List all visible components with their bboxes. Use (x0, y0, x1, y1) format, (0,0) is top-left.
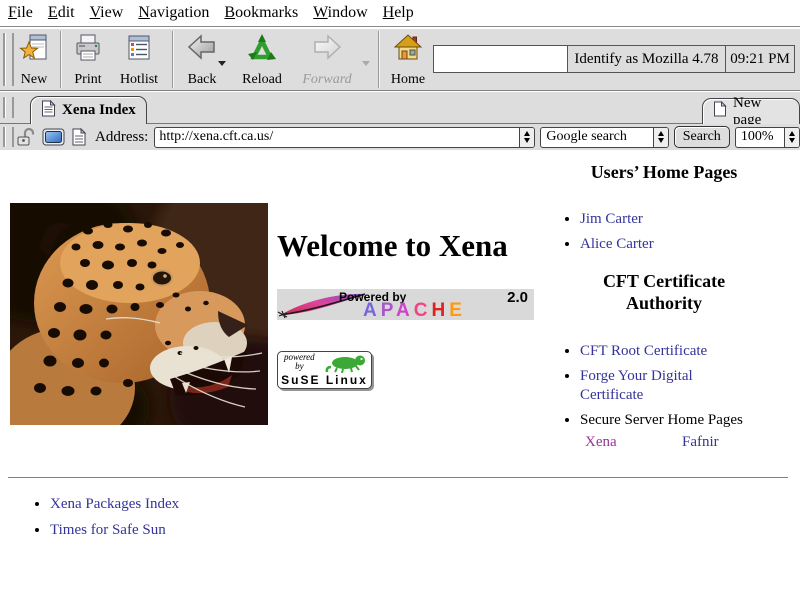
link-times-for-safe-sun[interactable]: Times for Safe Sun (50, 522, 166, 538)
suse-badge[interactable]: poweredby SuSE Linux (277, 351, 372, 389)
link-alice-carter[interactable]: Alice Carter (580, 236, 654, 252)
forward-button[interactable]: Forward (298, 33, 356, 87)
menu-window[interactable]: Window (313, 4, 367, 22)
link-forge-certificate[interactable]: Forge Your Digital Certificate (580, 368, 693, 403)
home-button[interactable]: Home (386, 33, 430, 87)
list-item: Alice Carter (580, 235, 654, 254)
browser-window: File Edit View Navigation Bookmarks Wind… (0, 0, 800, 600)
menu-help[interactable]: Help (383, 4, 414, 22)
new-button-label: New (21, 72, 47, 87)
back-arrow-icon (186, 33, 218, 68)
tab-bar: Xena Index New page (0, 92, 800, 124)
user-links-list: Jim Carter Alice Carter (540, 210, 654, 260)
horizontal-rule (8, 477, 788, 479)
secure-server-label: Secure Server Home Pages (580, 412, 743, 428)
hotlist-icon (124, 33, 154, 68)
cft-ca-heading: CFT Certificate Authority (540, 270, 788, 314)
apache-version: 2.0 (507, 289, 528, 306)
zoom-value: 100% (736, 129, 784, 145)
forward-history-dropdown[interactable] (362, 61, 370, 66)
back-history-dropdown[interactable] (218, 61, 226, 66)
zoom-select[interactable]: 100% (735, 127, 800, 148)
user-agent-selector[interactable]: Identify as Mozilla 4.78 (567, 45, 726, 73)
tab-label: Xena Index (62, 102, 136, 119)
page-title: Welcome to Xena (277, 228, 508, 264)
menu-bar: File Edit View Navigation Bookmarks Wind… (0, 0, 800, 27)
back-button-label: Back (188, 72, 217, 87)
monitor-icon[interactable] (42, 128, 65, 146)
tab-xena-index[interactable]: Xena Index (30, 96, 147, 124)
bottom-links-list: Xena Packages Index Times for Safe Sun (28, 495, 179, 547)
address-bar: Address: Google search Search 100% (0, 124, 800, 152)
reload-recycle-icon (247, 33, 277, 68)
menu-view[interactable]: View (90, 4, 124, 22)
new-page-icon (19, 33, 49, 68)
reload-button-label: Reload (242, 72, 282, 87)
address-label: Address: (95, 129, 148, 146)
link-cft-root-certificate[interactable]: CFT Root Certificate (580, 343, 707, 359)
print-button[interactable]: Print (66, 33, 110, 87)
home-button-label: Home (391, 72, 425, 87)
search-engine-select[interactable]: Google search (540, 127, 668, 148)
list-item: Forge Your Digital Certificate (580, 367, 730, 405)
status-box (433, 45, 568, 73)
security-open-padlock-icon[interactable] (16, 127, 36, 147)
document-icon (41, 100, 56, 122)
apache-badge[interactable]: Powered by APACHE 2.0 (277, 289, 534, 320)
list-item: CFT Root Certificate (580, 342, 743, 361)
tab-new-page[interactable]: New page (702, 98, 800, 124)
forward-arrow-icon (311, 33, 343, 68)
print-icon (73, 33, 103, 68)
list-item: Jim Carter (580, 210, 654, 229)
page-icon[interactable] (71, 128, 87, 146)
jaguar-photo (10, 203, 268, 425)
list-item: Times for Safe Sun (50, 521, 179, 540)
print-button-label: Print (74, 72, 101, 87)
back-button[interactable]: Back (180, 33, 224, 87)
address-field-wrap (154, 127, 535, 148)
toolbar-separator (378, 31, 380, 88)
zoom-stepper[interactable] (784, 128, 799, 147)
reload-button[interactable]: Reload (236, 33, 288, 87)
list-item: Secure Server Home Pages (580, 411, 743, 430)
page-content: Welcome to Xena Powered by APACHE 2.0 po… (0, 150, 800, 600)
clock: 09:21 PM (725, 45, 795, 73)
users-home-pages-heading: Users’ Home Pages (540, 162, 788, 183)
hotlist-button[interactable]: Hotlist (110, 33, 168, 87)
link-fafnir[interactable]: Fafnir (682, 434, 719, 451)
right-column: Users’ Home Pages Jim Carter Alice Carte… (540, 158, 788, 478)
address-history-stepper[interactable] (519, 128, 534, 147)
hotlist-button-label: Hotlist (120, 72, 158, 87)
secure-server-links: Xena Fafnir (540, 434, 788, 454)
list-item: Xena Packages Index (50, 495, 179, 514)
toolbar-separator (172, 31, 174, 88)
link-xena-packages-index[interactable]: Xena Packages Index (50, 496, 179, 512)
new-button[interactable]: New (12, 33, 56, 87)
forward-button-label: Forward (302, 72, 351, 87)
suse-wordmark: SuSE Linux (278, 373, 371, 387)
toolbar: New Print Hotlist Back (0, 28, 800, 91)
link-jim-carter[interactable]: Jim Carter (580, 211, 643, 227)
menu-edit[interactable]: Edit (48, 4, 75, 22)
home-icon (393, 33, 423, 68)
toolbar-separator (60, 31, 62, 88)
link-xena[interactable]: Xena (585, 434, 617, 451)
search-engine-stepper[interactable] (653, 128, 668, 147)
suse-powered-by-label: poweredby (284, 353, 315, 371)
certificate-links-list: CFT Root Certificate Forge Your Digital … (540, 342, 743, 436)
tabbar-grippy[interactable] (3, 97, 14, 118)
search-button[interactable]: Search (674, 126, 730, 148)
address-input[interactable] (155, 129, 519, 145)
blank-page-icon (713, 101, 727, 122)
menu-navigation[interactable]: Navigation (138, 4, 209, 22)
apache-wordmark: APACHE (363, 301, 466, 320)
addressbar-grippy[interactable] (3, 127, 14, 147)
menu-file[interactable]: File (8, 4, 33, 22)
menu-bookmarks[interactable]: Bookmarks (224, 4, 298, 22)
search-engine-value: Google search (541, 129, 652, 145)
